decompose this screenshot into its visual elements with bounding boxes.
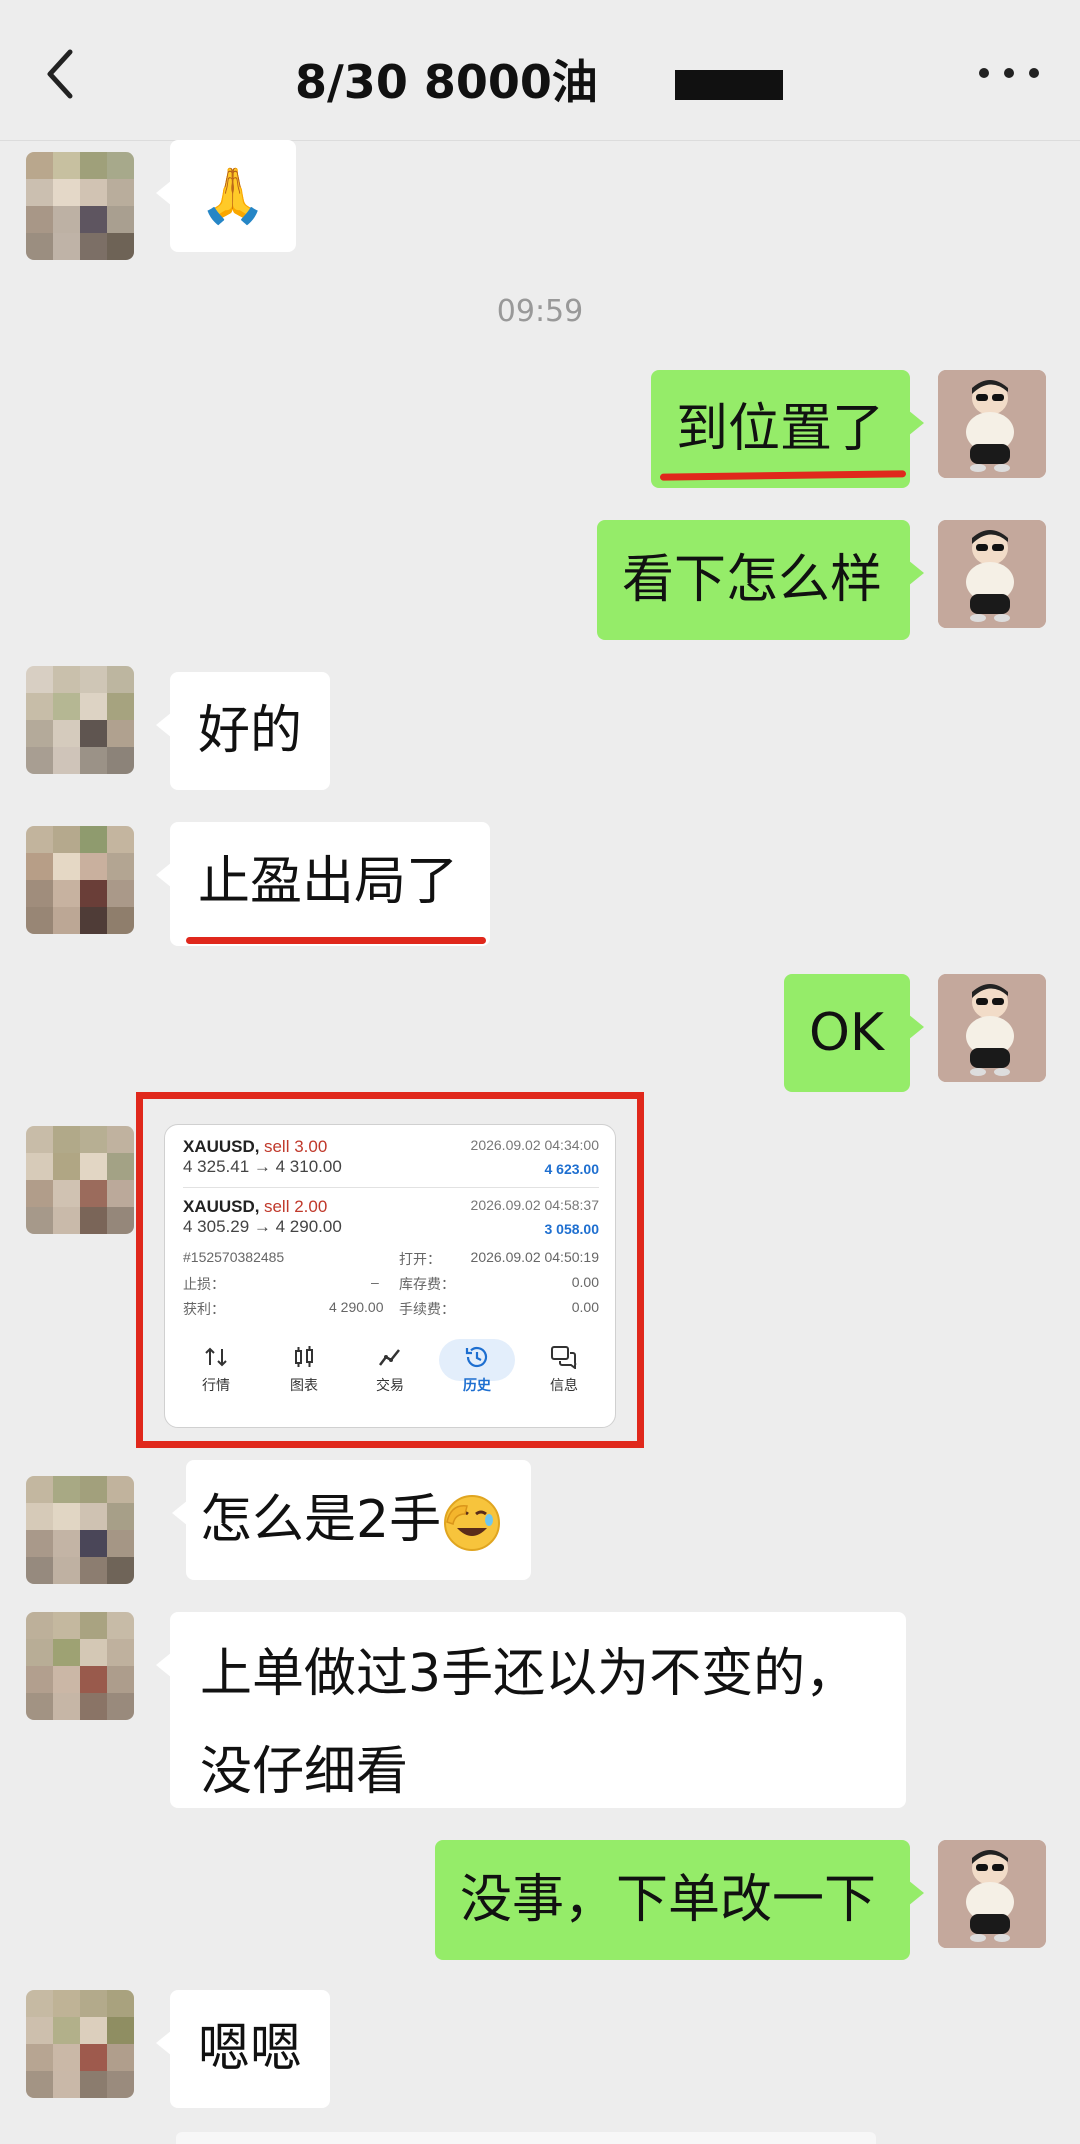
message-bubble[interactable]: 止盈出局了: [156, 822, 490, 946]
trade-time: 2026.09.02 04:58:37: [470, 1197, 599, 1213]
trade-prices: 4 305.29 → 4 290.00: [183, 1217, 342, 1236]
message-bubble[interactable]: 没事，下单改一下: [435, 1840, 924, 1960]
swap-label: 库存费：: [399, 1276, 455, 1292]
message-bubbles-icon: [551, 1346, 577, 1369]
facepalm-laugh-emoji-icon: [444, 1495, 501, 1551]
tab-label: 行情: [202, 1377, 230, 1393]
tab-chart[interactable]: 图表: [269, 1345, 339, 1395]
contact-avatar[interactable]: [26, 666, 134, 774]
cartoon-avatar-icon: [938, 370, 1046, 478]
contact-avatar[interactable]: [26, 1990, 134, 2098]
open-label: 打开：: [399, 1251, 441, 1267]
message-text: 到位置了: [676, 399, 885, 459]
ticket-number: #152570382485: [183, 1249, 285, 1265]
message-text: OK: [809, 1003, 885, 1063]
trade-time: 2026.09.02 04:34:00: [470, 1137, 599, 1153]
contact-avatar[interactable]: [26, 1612, 134, 1720]
message-bubble[interactable]: 好的: [156, 672, 330, 790]
sl-value: –: [371, 1274, 379, 1290]
divider: [183, 1187, 599, 1188]
tab-quotes[interactable]: 行情: [181, 1345, 251, 1395]
cartoon-avatar-icon: [938, 1840, 1046, 1948]
message-bubble[interactable]: 怎么是2手: [172, 1460, 531, 1580]
cartoon-avatar-icon: [938, 520, 1046, 628]
input-bar-edge: [176, 2132, 876, 2144]
more-dots-icon[interactable]: [974, 58, 1044, 88]
message-bubble[interactable]: 上单做过3手还以为不变的， 没仔细看: [156, 1612, 906, 1808]
tab-label: 信息: [550, 1377, 578, 1393]
trade-history-screenshot[interactable]: XAUUSD, sell 3.00 2026.09.02 04:34:00 4 …: [164, 1124, 616, 1428]
message-text: 上单做过3手还以为不变的，: [200, 1644, 858, 1704]
swap-value: 0.00: [571, 1274, 599, 1290]
tp-value: 4 290.00: [329, 1299, 384, 1315]
chat-title: 8/30 8000油: [295, 55, 598, 109]
message-text: 嗯嗯: [198, 2019, 303, 2079]
message-text: 没仔细看: [200, 1742, 409, 1802]
trade-symbol: XAUUSD,: [183, 1197, 260, 1216]
message-bubble[interactable]: 嗯嗯: [156, 1990, 330, 2108]
trade-prices: 4 325.41 → 4 310.00: [183, 1157, 342, 1176]
chat-header: 8/30 8000油: [0, 0, 1080, 141]
cartoon-avatar-icon: [938, 974, 1046, 1082]
trade-profit: 3 058.00: [544, 1221, 600, 1237]
contact-avatar[interactable]: [26, 152, 134, 260]
trade-profit: 4 623.00: [544, 1161, 600, 1177]
message-text: 🙏: [199, 164, 267, 227]
my-avatar[interactable]: [938, 520, 1046, 628]
trade-symbol: XAUUSD,: [183, 1137, 260, 1156]
tab-messages[interactable]: 信息: [529, 1345, 599, 1395]
open-time: 2026.09.02 04:50:19: [470, 1249, 599, 1265]
contact-avatar[interactable]: [26, 826, 134, 934]
commission-value: 0.00: [571, 1299, 599, 1315]
sl-label: 止损：: [183, 1276, 225, 1292]
message-bubble[interactable]: OK: [784, 974, 924, 1092]
bottom-tab-bar: 行情 图表 交易 历史 信息: [165, 1339, 615, 1409]
trade-row: XAUUSD, sell 3.00 2026.09.02 04:34:00 4 …: [183, 1137, 599, 1183]
redacted-block: [675, 70, 783, 100]
commission-label: 手续费：: [399, 1301, 455, 1317]
my-avatar[interactable]: [938, 370, 1046, 478]
contact-avatar[interactable]: [26, 1126, 134, 1234]
history-clock-icon: [465, 1346, 488, 1368]
tp-label: 获利：: [183, 1301, 225, 1317]
message-text: 看下怎么样: [622, 550, 883, 610]
message-text: 止盈出局了: [198, 852, 459, 912]
message-text: 怎么是2手: [200, 1490, 442, 1550]
tab-label: 历史: [463, 1377, 491, 1393]
my-avatar[interactable]: [938, 1840, 1046, 1948]
message-bubble[interactable]: 🙏: [156, 140, 296, 252]
contact-avatar[interactable]: [26, 1476, 134, 1584]
tab-label: 图表: [290, 1377, 318, 1393]
candlestick-icon: [295, 1346, 313, 1367]
trend-line-icon: [379, 1349, 400, 1366]
tab-history[interactable]: 历史: [442, 1345, 512, 1395]
trade-action: sell 3.00: [263, 1137, 328, 1156]
trade-action: sell 2.00: [263, 1197, 328, 1216]
tab-trade[interactable]: 交易: [355, 1345, 425, 1395]
message-text: 好的: [198, 701, 303, 761]
tab-label: 交易: [376, 1377, 404, 1393]
my-avatar[interactable]: [938, 974, 1046, 1082]
trade-row: XAUUSD, sell 2.00 2026.09.02 04:58:37 4 …: [183, 1197, 599, 1243]
quotes-arrows-icon: [205, 1347, 227, 1367]
red-underline-mark: [186, 937, 486, 944]
message-bubble[interactable]: 看下怎么样: [597, 520, 924, 640]
message-text: 没事，下单改一下: [460, 1870, 877, 1930]
message-timestamp: 09:59: [496, 294, 584, 329]
